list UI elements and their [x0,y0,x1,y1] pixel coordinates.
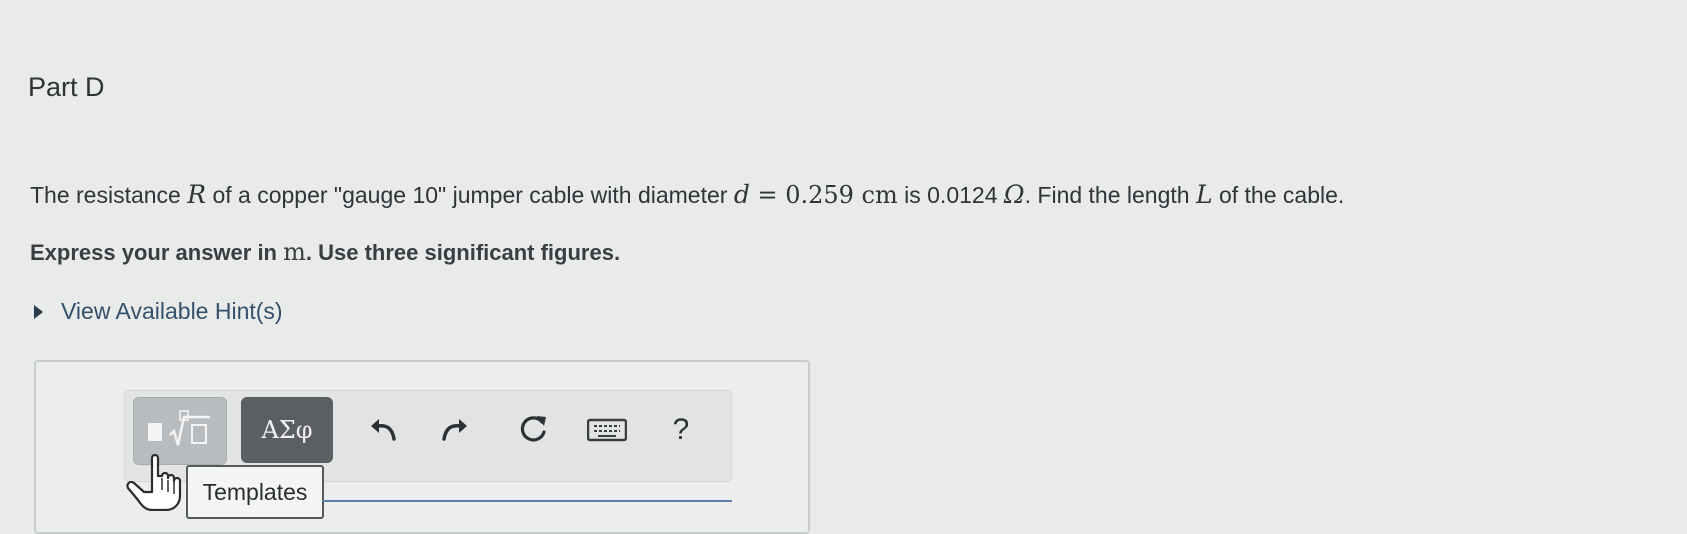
templates-icon [148,410,210,446]
hand-cursor-icon [126,453,182,512]
instruction-text: Express your answer in [30,240,284,265]
part-title: Part D [28,72,105,102]
instruction-text: . Use three significant figures. [305,240,621,265]
problem-text: is 0.0124 [897,182,1004,208]
mouse-cursor [122,452,192,516]
keyboard-icon [587,418,627,442]
answer-input[interactable] [322,500,732,502]
expand-triangle-icon [34,304,43,319]
greek-symbols-button[interactable]: ΑΣφ [241,397,333,463]
problem-statement: The resistance R of a copper "gauge 10" … [30,180,1344,209]
variable-r: R [187,180,207,209]
variable-l: L [1195,180,1213,209]
problem-text: of the cable. [1212,182,1345,208]
undo-button[interactable] [361,405,405,455]
unit-ohm: Ω [1003,180,1025,209]
keyboard-button[interactable] [585,405,629,455]
reset-icon [520,416,546,442]
reset-button[interactable] [511,405,555,455]
help-button[interactable]: ? [659,405,703,455]
hint-label: View Available Hint(s) [61,298,283,324]
unit-cm: cm [861,181,898,209]
redo-button[interactable] [433,405,477,455]
undo-icon [371,419,396,441]
diameter-value: = 0.259 [749,181,862,209]
problem-text: . Find the length [1024,182,1196,208]
redo-icon [442,419,467,441]
problem-text: of a copper "gauge 10" jumper cable with… [206,182,734,208]
variable-d: d [733,180,750,209]
view-hints-link[interactable]: View Available Hint(s) [34,298,283,325]
answer-instructions: Express your answer in m. Use three sign… [30,238,620,266]
problem-text: The resistance [30,182,188,208]
unit-m: m [283,238,306,266]
